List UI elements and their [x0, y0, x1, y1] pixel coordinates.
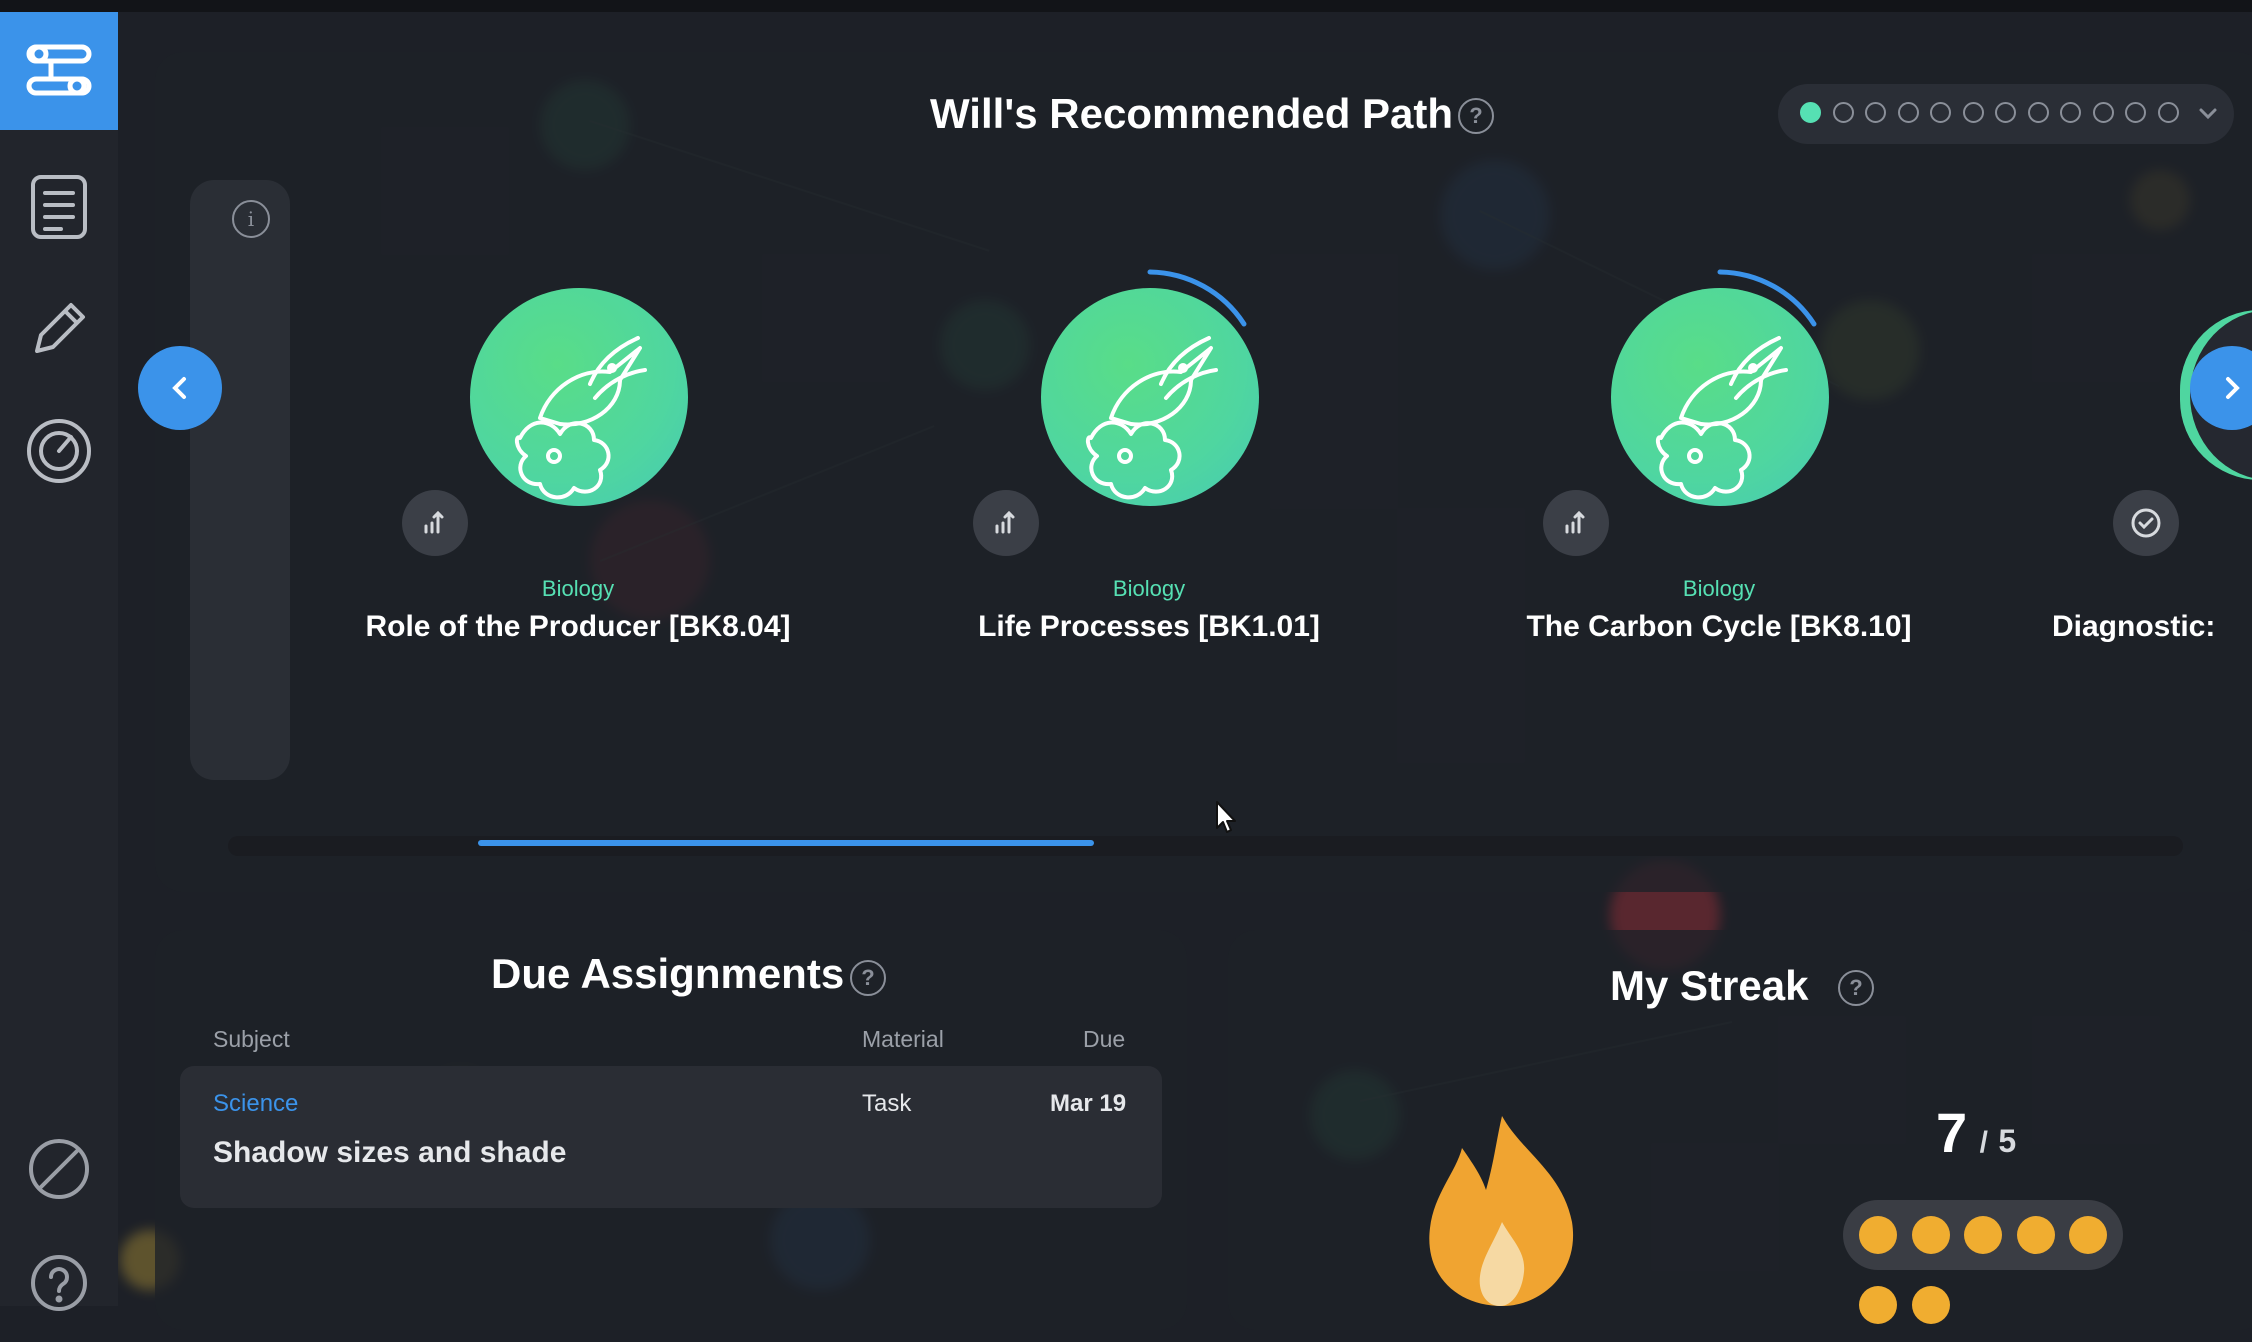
chevron-right-icon [2226, 377, 2240, 399]
node-title[interactable]: Role of the Producer [BK8.04] [298, 610, 858, 644]
due-assignments-title: Due Assignments [491, 950, 845, 997]
sidebar-item-assignments[interactable] [0, 148, 118, 266]
row-subject: Science [213, 1090, 299, 1117]
pager-dot[interactable] [1800, 102, 1821, 123]
column-header-material: Material [862, 1026, 944, 1052]
streak-count: 7 / 5 [1936, 1100, 2016, 1165]
stats-button[interactable] [973, 490, 1039, 556]
streak-coin [1911, 1286, 1950, 1324]
due-help-icon[interactable]: ? [850, 960, 886, 996]
path-nodes-icon [26, 44, 92, 96]
streak-coin [2016, 1216, 2055, 1254]
mouse-cursor-icon [1216, 801, 1236, 833]
row-material: Task [862, 1090, 912, 1117]
chevron-left-icon [172, 377, 186, 399]
biology-hummingbird-icon [1041, 288, 1259, 506]
path-scrollbar-thumb[interactable] [478, 840, 1094, 846]
streak-coin [1911, 1216, 1950, 1254]
biology-hummingbird-icon [1611, 288, 1829, 506]
sidebar-item-learning-path[interactable] [0, 12, 118, 130]
pencil-icon [35, 303, 85, 353]
streak-current: 7 [1936, 1101, 1968, 1164]
stats-icon [1565, 510, 1585, 534]
pager-dot[interactable] [2157, 102, 2179, 123]
node-title[interactable]: Life Processes [BK1.01] [869, 610, 1429, 644]
streak-separator: / [1979, 1126, 1988, 1159]
pager-dot[interactable] [1865, 102, 1886, 123]
stats-icon [424, 510, 444, 534]
pager-dot[interactable] [1832, 102, 1854, 123]
check-circle-icon [2131, 508, 2161, 538]
streak-coin [1964, 1216, 2002, 1254]
help-icon [31, 1255, 87, 1311]
sidebar-item-progress[interactable] [0, 392, 118, 510]
previous-button[interactable] [138, 346, 222, 430]
node-subject: Biology [1112, 576, 1186, 601]
path-scrollbar-track[interactable] [228, 836, 2183, 856]
sidebar [0, 12, 118, 1311]
node-subject: Biology [1682, 576, 1756, 601]
streak-goal: 5 [1998, 1123, 2017, 1159]
path-pager[interactable] [1778, 84, 2234, 144]
path-help-icon[interactable]: ? [1458, 98, 1494, 134]
pager-dot[interactable] [1995, 102, 2016, 123]
slash-circle-icon [29, 1139, 89, 1199]
list-icon [31, 175, 87, 239]
row-due-date: Mar 19 [1050, 1090, 1127, 1117]
streak-coin [2069, 1216, 2107, 1254]
flame-icon [1429, 1116, 1574, 1306]
node-title[interactable]: Diagnostic: [2052, 610, 2215, 644]
sidebar-item-slash[interactable] [0, 1110, 118, 1228]
stats-icon [995, 510, 1015, 534]
streak-help-icon[interactable]: ? [1838, 970, 1874, 1006]
column-header-due: Due [1083, 1026, 1126, 1052]
node-title[interactable]: The Carbon Cycle [BK8.10] [1439, 610, 1999, 644]
sidebar-item-help[interactable] [0, 1224, 118, 1342]
window-top-strip [0, 0, 2252, 12]
pager-dot[interactable] [2092, 102, 2114, 123]
chevron-down-icon[interactable] [2196, 102, 2220, 126]
pager-dot[interactable] [1930, 102, 1951, 123]
streak-coin [1859, 1216, 1897, 1254]
pager-dot[interactable] [2060, 102, 2081, 123]
sidebar-item-practice[interactable] [0, 270, 118, 388]
stats-button[interactable] [402, 490, 468, 556]
streak-title: My Streak [1610, 962, 1809, 1009]
column-header-subject: Subject [213, 1026, 290, 1052]
biology-hummingbird-icon [470, 288, 688, 506]
pager-dot[interactable] [1897, 102, 1919, 123]
row-title: Shadow sizes and shade [213, 1136, 567, 1169]
pager-dot[interactable] [2027, 102, 2049, 123]
path-side-tab[interactable] [190, 180, 290, 780]
table-row[interactable]: Science Task Mar 19 Shadow sizes and sha… [180, 1066, 1162, 1208]
gauge-icon [27, 419, 91, 483]
page-title: Will's Recommended Path [930, 90, 1454, 137]
pager-dot[interactable] [1962, 102, 1984, 123]
streak-coin [1859, 1286, 1897, 1324]
status-button[interactable] [2113, 490, 2179, 556]
streak-coins-row [1843, 1200, 2123, 1270]
stats-button[interactable] [1543, 490, 1609, 556]
info-icon[interactable]: i [232, 200, 270, 238]
pager-dot[interactable] [2125, 102, 2146, 123]
node-subject: Biology [541, 576, 615, 601]
